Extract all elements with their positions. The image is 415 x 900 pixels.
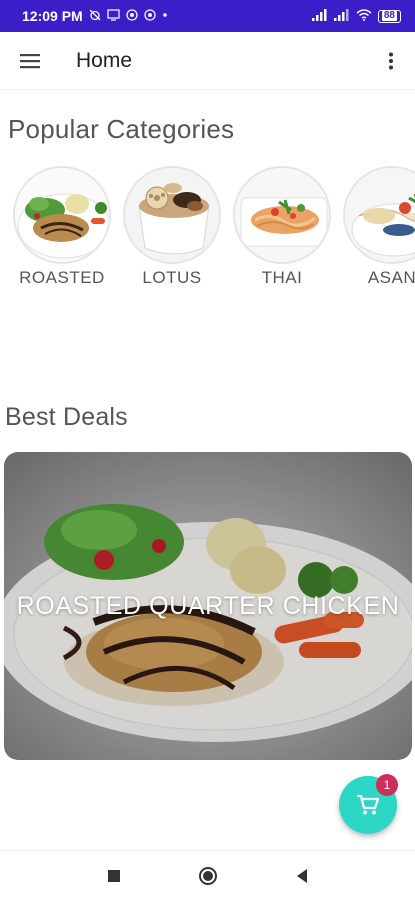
status-time: 12:09 PM [22, 8, 83, 24]
screen-cast-icon [107, 8, 120, 24]
category-label: LOTUS [142, 268, 202, 287]
status-right: 88 [311, 8, 401, 24]
categories-carousel[interactable]: ROASTED LOTUS THAI ASAN [0, 166, 415, 296]
category-image [13, 166, 111, 264]
category-label: ROASTED [19, 268, 105, 287]
signal-icon [333, 8, 350, 24]
wifi-icon [356, 8, 372, 24]
app-icon [144, 8, 156, 24]
back-button[interactable] [290, 864, 314, 888]
best-deals-title: Best Deals [5, 403, 128, 431]
category-item-roasted[interactable]: ROASTED [7, 166, 117, 288]
deal-overlay: ROASTED QUARTER CHICKEN [4, 452, 412, 760]
alarm-off-icon [89, 9, 101, 24]
system-nav-bar [0, 850, 415, 900]
category-item-lotus[interactable]: LOTUS [117, 166, 227, 288]
recents-button[interactable] [102, 864, 126, 888]
category-label: ASAN [367, 268, 415, 287]
overflow-menu-button[interactable] [367, 32, 415, 90]
home-nav-button[interactable] [196, 864, 220, 888]
popular-categories-title: Popular Categories [8, 114, 235, 144]
deal-label: ROASTED QUARTER CHICKEN [16, 591, 400, 620]
cart-count-badge: 1 [376, 774, 398, 796]
dot-icon [162, 9, 168, 24]
category-item-thai[interactable]: THAI [227, 166, 337, 288]
deal-card[interactable]: ROASTED QUARTER CHICKEN [4, 452, 412, 760]
battery-icon: 88 [377, 9, 401, 23]
hamburger-menu-icon [20, 53, 40, 68]
category-image [343, 166, 415, 264]
more-vert-icon [389, 52, 393, 69]
app-bar: Home [0, 32, 415, 90]
app-icon [126, 8, 138, 24]
page-title: Home [76, 48, 133, 72]
menu-button[interactable] [0, 32, 60, 90]
status-left: 12:09 PM [22, 8, 168, 24]
category-item-asan[interactable]: ASAN [337, 166, 415, 288]
shopping-cart-icon [357, 794, 380, 815]
category-label: THAI [261, 268, 303, 287]
category-image [123, 166, 221, 264]
square-icon [107, 869, 120, 882]
circle-icon [198, 866, 217, 885]
battery-level: 88 [381, 10, 397, 21]
signal-icon [311, 8, 328, 24]
back-triangle-icon [296, 868, 307, 883]
status-bar: 12:09 PM 88 [0, 0, 415, 32]
category-image [233, 166, 331, 264]
